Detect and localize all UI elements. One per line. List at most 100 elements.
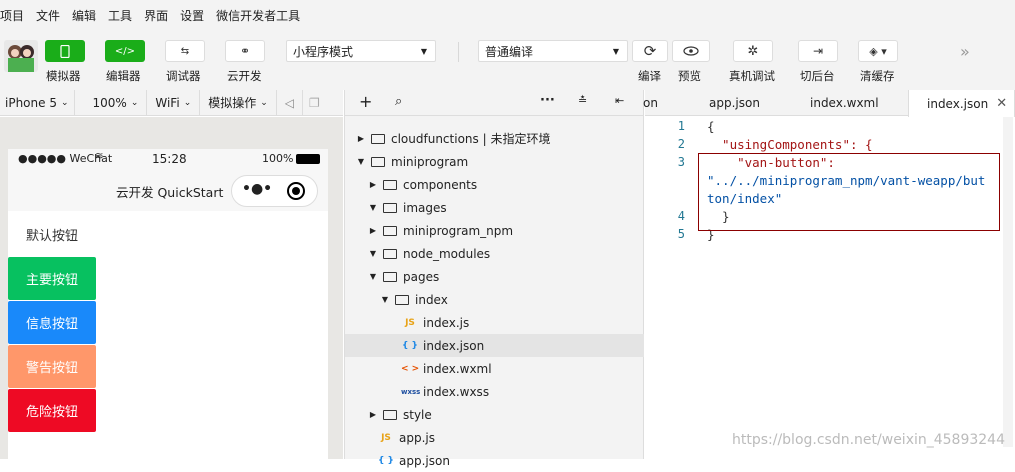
menu-item-tools[interactable]: 工具 bbox=[108, 7, 132, 24]
vant-button[interactable]: 主要按钮 bbox=[8, 257, 96, 300]
compile-mode-select[interactable]: 普通编译 ▼ bbox=[478, 40, 628, 62]
expanded-arrow-icon[interactable]: ▼ bbox=[367, 272, 379, 281]
tree-folder[interactable]: ▼ images bbox=[345, 196, 644, 219]
json-file-icon: { } bbox=[378, 455, 394, 466]
tree-item-label: style bbox=[403, 407, 432, 422]
tree-folder[interactable]: ▶ miniprogram_npm bbox=[345, 219, 644, 242]
tree-item-label: app.js bbox=[399, 430, 435, 445]
folder-icon bbox=[383, 271, 397, 282]
tree-file[interactable]: wxss index.wxss bbox=[345, 380, 644, 403]
scrollbar[interactable] bbox=[1003, 117, 1013, 447]
vant-button[interactable]: 信息按钮 bbox=[8, 301, 96, 344]
debugger-button[interactable]: ⇆ bbox=[165, 40, 205, 62]
clear-cache-label: 清缓存 bbox=[860, 69, 895, 83]
tab-app-json[interactable]: app.json bbox=[709, 90, 760, 116]
tree-folder[interactable]: ▶ components bbox=[345, 173, 644, 196]
tree-file[interactable]: JS app.js bbox=[345, 426, 644, 449]
explorer-toolbar: + ⌕ ··· ≛ ⇤ bbox=[345, 90, 643, 116]
tree-file[interactable]: < > index.wxml bbox=[345, 357, 644, 380]
tab-label: app.json bbox=[709, 96, 760, 110]
device-select[interactable]: iPhone 5 ⌄ bbox=[0, 89, 75, 116]
tree-item-label: images bbox=[403, 200, 447, 215]
folder-icon bbox=[371, 156, 385, 167]
vant-button[interactable]: 危险按钮 bbox=[8, 389, 96, 432]
expanded-arrow-icon[interactable]: ▼ bbox=[379, 295, 391, 304]
layers-icon: ◈ ▾ bbox=[869, 44, 887, 58]
zoom-value: 100% bbox=[92, 95, 127, 110]
compile-button[interactable]: ⟳ bbox=[632, 40, 668, 62]
tree-folder[interactable]: ▶ cloudfunctions | 未指定环境 bbox=[345, 127, 644, 150]
battery-icon bbox=[296, 154, 320, 164]
menu-item-devtools[interactable]: 微信开发者工具 bbox=[216, 7, 300, 24]
tree-folder[interactable]: ▼ miniprogram bbox=[345, 150, 644, 173]
menu-item-edit[interactable]: 编辑 bbox=[72, 7, 96, 24]
vant-button[interactable]: 默认按钮 bbox=[8, 213, 96, 256]
code-editor: on app.json index.wxml index.json ✕ 1{2 … bbox=[643, 90, 1015, 459]
network-select[interactable]: WiFi ⌄ bbox=[147, 89, 201, 116]
cloud-button[interactable]: ⚭ bbox=[225, 40, 265, 62]
close-icon[interactable]: ✕ bbox=[996, 96, 1007, 111]
add-icon[interactable]: + bbox=[359, 92, 372, 111]
tab-partial[interactable]: on bbox=[643, 90, 683, 116]
mode-select[interactable]: 小程序模式 ▼ bbox=[286, 40, 436, 62]
window-button[interactable]: ❐ bbox=[303, 90, 326, 116]
sort-icon[interactable]: ≛ bbox=[578, 94, 587, 107]
vant-button[interactable]: 警告按钮 bbox=[8, 345, 96, 388]
tab-label: on bbox=[643, 96, 658, 110]
collapsed-arrow-icon[interactable]: ▶ bbox=[367, 180, 379, 189]
simulator-button[interactable] bbox=[45, 40, 85, 62]
menu-item-file[interactable]: 文件 bbox=[36, 7, 60, 24]
tree-folder[interactable]: ▼ pages bbox=[345, 265, 644, 288]
line-number: 1 bbox=[677, 119, 685, 133]
background-button[interactable]: ⇥ bbox=[798, 40, 838, 62]
expanded-arrow-icon[interactable]: ▼ bbox=[367, 249, 379, 258]
tree-item-label: miniprogram_npm bbox=[403, 223, 514, 238]
volume-button[interactable]: ◁ bbox=[277, 89, 304, 116]
folder-icon bbox=[395, 294, 409, 305]
editor-button[interactable]: </> bbox=[105, 40, 145, 62]
eye-icon bbox=[683, 46, 699, 56]
avatar[interactable] bbox=[4, 40, 38, 72]
expanded-arrow-icon[interactable]: ▼ bbox=[355, 157, 367, 166]
menu-item-project[interactable]: 项目 bbox=[0, 7, 24, 24]
mode-select-value: 小程序模式 bbox=[293, 44, 354, 59]
clock-text: 15:28 bbox=[152, 152, 187, 166]
menu-item-settings[interactable]: 设置 bbox=[180, 7, 204, 24]
folder-icon bbox=[371, 133, 385, 144]
menu-item-view[interactable]: 界面 bbox=[144, 7, 168, 24]
file-explorer: + ⌕ ··· ≛ ⇤ ▶ cloudfunctions | 未指定环境 ▼ mini… bbox=[344, 90, 644, 468]
simulate-ops-select[interactable]: 模拟操作 ⌄ bbox=[200, 89, 277, 116]
preview-button[interactable] bbox=[672, 40, 710, 62]
collapsed-arrow-icon[interactable]: ▶ bbox=[355, 134, 367, 143]
tab-label: index.json bbox=[927, 96, 989, 111]
phone-screen: ●●●●● WeChat ≋ 15:28 100% 云开发 QuickStart… bbox=[8, 149, 328, 459]
editor-label: 编辑器 bbox=[106, 69, 141, 83]
more-chevron-icon[interactable]: » bbox=[960, 42, 970, 61]
tree-folder[interactable]: ▼ index bbox=[345, 288, 644, 311]
clear-cache-button[interactable]: ◈ ▾ bbox=[858, 40, 898, 62]
tree-folder[interactable]: ▶ style bbox=[345, 403, 644, 426]
tree-folder[interactable]: ▼ node_modules bbox=[345, 242, 644, 265]
more-icon[interactable]: ··· bbox=[540, 93, 555, 108]
expanded-arrow-icon[interactable]: ▼ bbox=[367, 203, 379, 212]
simulate-ops-value: 模拟操作 bbox=[208, 96, 257, 110]
tree-item-label: index bbox=[415, 292, 448, 307]
menu-bar: 项目 文件 编辑 工具 界面 设置 微信开发者工具 bbox=[0, 0, 1015, 30]
tab-index-json[interactable]: index.json ✕ bbox=[908, 90, 1015, 117]
close-circle-icon[interactable] bbox=[287, 182, 305, 200]
tree-file[interactable]: { } app.json bbox=[345, 449, 644, 472]
collapse-icon[interactable]: ⇤ bbox=[615, 94, 624, 107]
zoom-select[interactable]: 100% ⌄ bbox=[75, 89, 148, 116]
tree-file[interactable]: { } index.json bbox=[345, 334, 644, 357]
tab-index-wxml[interactable]: index.wxml bbox=[810, 90, 879, 116]
compile-label: 编译 bbox=[638, 69, 661, 83]
remote-debug-button[interactable]: ✲ bbox=[733, 40, 773, 62]
tree-file[interactable]: JS index.js bbox=[345, 311, 644, 334]
more-dots-icon[interactable]: •●• bbox=[242, 181, 272, 197]
capsule-menu[interactable]: •●• bbox=[231, 175, 318, 207]
collapsed-arrow-icon[interactable]: ▶ bbox=[367, 410, 379, 419]
collapsed-arrow-icon[interactable]: ▶ bbox=[367, 226, 379, 235]
search-icon[interactable]: ⌕ bbox=[395, 94, 402, 109]
bug-icon: ✲ bbox=[747, 43, 759, 59]
chevron-down-icon: ⌄ bbox=[260, 97, 268, 108]
